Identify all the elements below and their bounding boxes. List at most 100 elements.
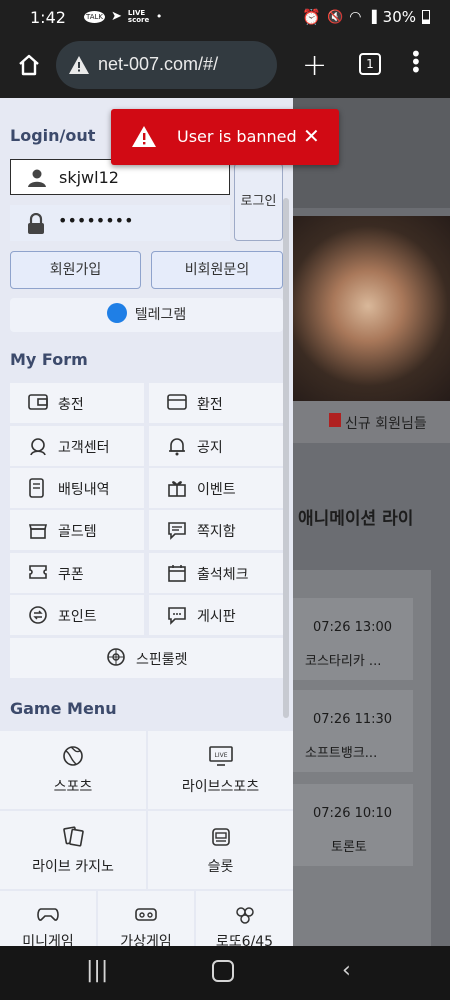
panel-scrollbar[interactable] (283, 198, 289, 718)
menu-item-label: 게시판 (197, 609, 236, 625)
slot-machine-icon (148, 825, 293, 851)
livescore-icon: LIVE score (127, 8, 150, 24)
card-icon (167, 393, 187, 415)
ticker-text: 신규 회원님들 (345, 416, 427, 432)
more-menu-icon[interactable]: • • • (410, 44, 422, 80)
login-title: Login/out (10, 126, 96, 145)
menu-item-label: 환전 (197, 397, 223, 413)
menu-item-label: 출석체크 (197, 567, 249, 583)
tab-switcher-button[interactable]: 1 (359, 53, 381, 75)
menu-item-board[interactable]: 게시판 (149, 595, 283, 635)
warning-icon (68, 55, 90, 79)
menu-item-label: 골드템 (58, 524, 97, 540)
game-item-label: 가상게임 (120, 934, 172, 946)
menu-item-bet-history[interactable]: 배팅내역 (10, 468, 144, 508)
url-text: net-007.com/#/ (98, 54, 219, 74)
menu-item-exchange[interactable]: 환전 (149, 383, 283, 423)
section-title: 애니메이션 라이 (298, 509, 414, 529)
game-menu-title: Game Menu (10, 699, 117, 718)
match-team: 코스타리카 ... (305, 654, 382, 669)
support-icon (28, 436, 48, 460)
menu-item-label: 스핀룰렛 (136, 652, 188, 668)
match-row[interactable]: 07:26 10:10 토론토 (293, 784, 413, 866)
menu-item-point[interactable]: 포인트 (10, 595, 144, 635)
ticker-flag-icon (329, 413, 341, 427)
match-row[interactable]: 07:26 13:00 코스타리카 ... (293, 598, 413, 680)
match-row[interactable]: 07:26 11:30 소프트뱅크... (293, 690, 413, 772)
login-button[interactable]: 로그인 (234, 163, 283, 241)
game-item-mini-game[interactable]: 미니게임 (0, 891, 96, 946)
username-value: skjwl12 (59, 168, 119, 187)
game-item-label: 라이브 카지노 (32, 859, 114, 875)
recent-apps-icon[interactable]: ||| (86, 958, 108, 983)
game-item-label: 미니게임 (22, 934, 74, 946)
game-item-slot[interactable]: 슬롯 (148, 811, 293, 889)
match-team: 소프트뱅크... (305, 746, 378, 761)
menu-item-notice[interactable]: 공지 (149, 426, 283, 466)
coupon-icon (28, 563, 48, 585)
menu-item-attendance[interactable]: 출석체크 (149, 553, 283, 593)
menu-item-gold-item[interactable]: 골드템 (10, 510, 144, 550)
battery-icon (422, 10, 430, 24)
browser-toolbar: net-007.com/#/ + 1 • • • (0, 36, 450, 98)
user-icon (27, 168, 47, 192)
menu-item-label: 이벤트 (197, 482, 236, 498)
warning-icon (131, 125, 157, 152)
menu-item-label: 공지 (197, 440, 223, 456)
match-time: 07:26 13:00 (313, 620, 393, 635)
wallet-icon (28, 393, 48, 415)
match-team: 토론토 (331, 840, 367, 855)
globe-icon (0, 745, 146, 771)
menu-item-label: 배팅내역 (58, 482, 110, 498)
bell-icon (167, 436, 187, 460)
lock-icon (26, 212, 46, 239)
telegram-label: 텔레그램 (134, 307, 187, 323)
address-bar[interactable]: net-007.com/#/ (56, 41, 277, 89)
dot-icon: • (155, 10, 163, 23)
wifi-icon: ◠ (349, 9, 362, 25)
signup-button[interactable]: 회원가입 (10, 251, 141, 289)
toast-message: User is banned (177, 127, 297, 146)
game-item-label: 슬롯 (207, 859, 234, 875)
home-icon[interactable] (16, 52, 42, 78)
game-item-live-casino[interactable]: 라이브 카지노 (0, 811, 146, 889)
battery-percent: 30% (382, 8, 416, 26)
menu-item-label: 쪽지함 (197, 524, 236, 540)
point-icon (28, 605, 48, 629)
status-system-icons: ⏰ 🔇 ◠ ▐ 30% (302, 8, 430, 26)
menu-item-charge[interactable]: 충전 (10, 383, 144, 423)
guest-inquiry-button[interactable]: 비회원문의 (151, 251, 283, 289)
telegram-button[interactable]: 텔레그램 (10, 298, 283, 332)
back-icon[interactable]: ‹ (342, 958, 351, 983)
talk-icon: TALK (84, 10, 106, 23)
roulette-icon (106, 647, 126, 671)
close-icon[interactable]: ✕ (303, 124, 320, 148)
menu-item-inbox[interactable]: 쪽지함 (149, 510, 283, 550)
error-toast: User is banned ✕ (111, 109, 339, 165)
menu-item-event[interactable]: 이벤트 (149, 468, 283, 508)
system-nav-bar: ||| ‹ (0, 946, 450, 1000)
menu-item-support[interactable]: 고객센터 (10, 426, 144, 466)
game-item-virtual-game[interactable]: 가상게임 (98, 891, 194, 946)
home-button-icon[interactable] (212, 960, 234, 982)
vr-icon (98, 905, 194, 927)
telegram-icon: ➤ (111, 9, 122, 24)
signal-icon: ▐ (367, 10, 377, 24)
game-item-live-sports[interactable]: LIVE 라이브스포츠 (148, 731, 293, 809)
menu-item-coupon[interactable]: 쿠폰 (10, 553, 144, 593)
lotto-icon (196, 905, 293, 929)
match-time: 07:26 10:10 (313, 806, 393, 821)
match-time: 07:26 11:30 (313, 712, 393, 727)
new-tab-icon[interactable]: + (302, 48, 327, 83)
password-field[interactable]: •••••••• (10, 205, 230, 241)
live-tv-icon: LIVE (148, 745, 293, 771)
menu-item-label: 포인트 (58, 609, 97, 625)
alarm-icon: ⏰ (302, 8, 322, 26)
menu-item-label: 고객센터 (58, 440, 110, 456)
game-item-label: 로또6/45 (215, 934, 274, 946)
game-item-sports[interactable]: 스포츠 (0, 731, 146, 809)
menu-item-spin-roulette[interactable]: 스핀룰렛 (10, 638, 283, 678)
scroll-icon (28, 478, 46, 502)
game-item-lotto[interactable]: 로또6/45 (196, 891, 293, 946)
calendar-icon (167, 563, 187, 587)
